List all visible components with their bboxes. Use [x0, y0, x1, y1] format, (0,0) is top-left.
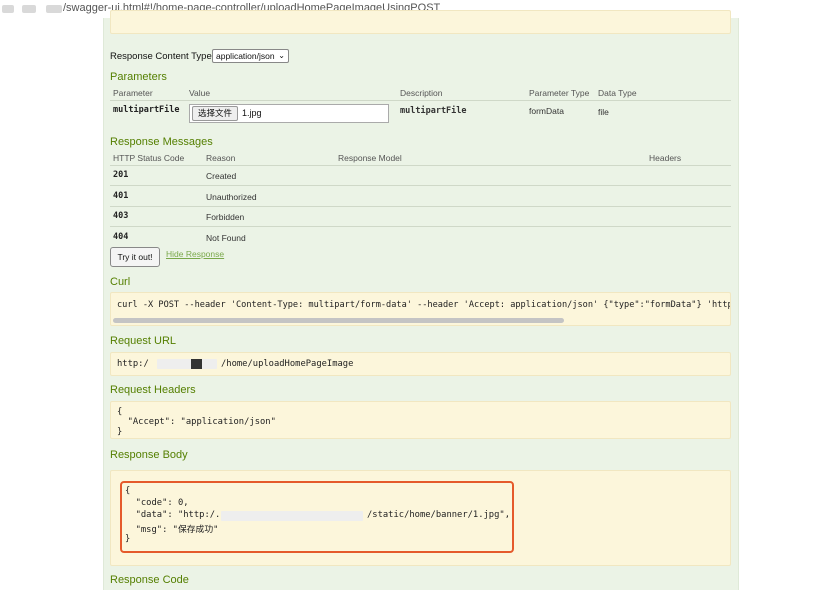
status-code-201: 201 — [113, 170, 129, 180]
reason-created: Created — [206, 171, 237, 181]
request-url-prefix: http:/ — [117, 359, 149, 369]
request-url-box: http:/ /home/uploadHomePageImage — [110, 352, 731, 376]
try-it-out-button[interactable]: Try it out! — [110, 247, 160, 267]
response-body-title: Response Body — [110, 449, 188, 461]
param-description: multipartFile — [400, 106, 467, 116]
request-headers-title: Request Headers — [110, 384, 196, 396]
url-redaction — [157, 359, 217, 369]
status-code-404: 404 — [113, 232, 129, 242]
url-redaction — [22, 5, 36, 13]
param-header-parameter-type: Parameter Type — [529, 88, 590, 98]
file-input[interactable]: 选择文件 1.jpg — [189, 104, 389, 123]
request-headers-line: { — [117, 407, 123, 417]
row-divider — [110, 206, 731, 207]
response-code-title: Response Code — [110, 574, 189, 586]
request-url-title: Request URL — [110, 335, 177, 347]
reason-not-found: Not Found — [206, 233, 246, 243]
param-header-divider — [110, 100, 731, 101]
selected-file-name: 1.jpg — [242, 108, 262, 118]
request-headers-box: { "Accept": "application/json" } — [110, 401, 731, 439]
param-header-data-type: Data Type — [598, 88, 637, 98]
response-body-highlight — [120, 481, 514, 553]
request-headers-line: } — [117, 427, 123, 437]
param-header-description: Description — [400, 88, 443, 98]
previous-code-box — [110, 10, 731, 34]
response-content-type-label: Response Content Type — [110, 51, 212, 62]
curl-title: Curl — [110, 276, 131, 288]
param-data-type: file — [598, 107, 609, 117]
resp-header-reason: Reason — [206, 153, 236, 163]
resp-header-status-code: HTTP Status Code — [113, 153, 185, 163]
curl-scrollbar[interactable] — [113, 318, 564, 323]
url-redaction — [2, 5, 14, 13]
request-url-suffix: /home/uploadHomePageImage — [221, 359, 354, 369]
row-divider — [110, 185, 731, 186]
status-code-401: 401 — [113, 191, 129, 201]
param-name: multipartFile — [113, 105, 180, 115]
status-code-403: 403 — [113, 211, 129, 221]
param-header-parameter: Parameter — [113, 88, 153, 98]
parameters-title: Parameters — [110, 71, 167, 83]
request-headers-line: "Accept": "application/json" — [117, 417, 276, 427]
hide-response-link[interactable]: Hide Response — [166, 249, 224, 259]
row-divider — [110, 226, 731, 227]
param-header-value: Value — [189, 88, 211, 98]
reason-forbidden: Forbidden — [206, 212, 245, 222]
response-content-type-value: application/json — [216, 51, 275, 61]
url-redaction — [46, 5, 62, 13]
reason-unauthorized: Unauthorized — [206, 192, 257, 202]
resp-header-headers: Headers — [649, 153, 682, 163]
param-type: formData — [529, 106, 564, 116]
curl-command: curl -X POST --header 'Content-Type: mul… — [117, 300, 731, 310]
response-messages-title: Response Messages — [110, 136, 213, 148]
chevron-down-icon: ⌄ — [278, 51, 285, 60]
response-content-type-select[interactable]: application/json ⌄ — [212, 49, 289, 63]
resp-header-divider — [110, 165, 731, 166]
choose-file-button[interactable]: 选择文件 — [192, 106, 238, 121]
resp-header-response-model: Response Model — [338, 153, 402, 163]
url-redaction-mark — [191, 359, 202, 369]
